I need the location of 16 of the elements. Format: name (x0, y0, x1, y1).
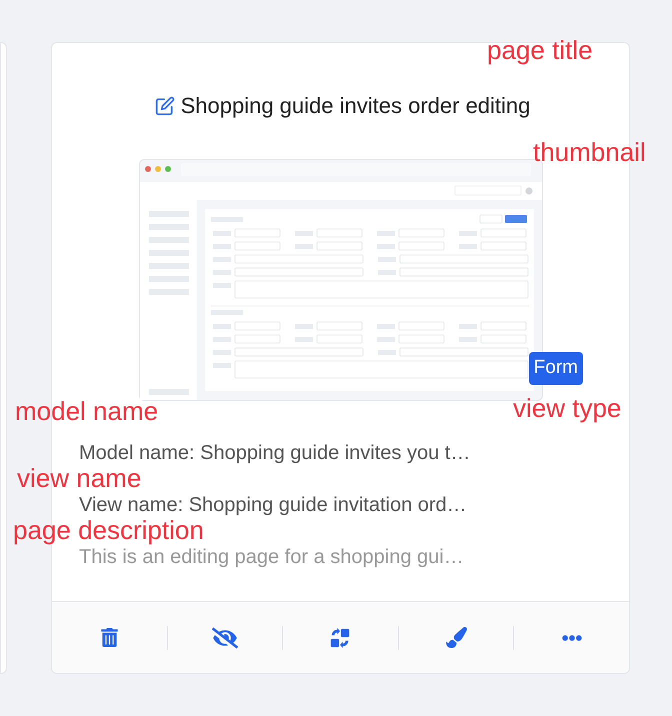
eye-slash-icon[interactable] (212, 624, 238, 650)
brush-icon[interactable] (446, 627, 467, 648)
model-name: Model name: Shopping guide invites you t… (79, 441, 472, 465)
annotation-label: thumbnail (533, 136, 646, 169)
page-description: This is an editing page for a shopping gui… (79, 545, 465, 569)
view-type-badge: Form (528, 352, 583, 384)
trash-icon[interactable] (100, 628, 119, 647)
view-name: View name: Shopping guide invitation ord… (79, 493, 468, 517)
annotation-label: page title (487, 34, 593, 67)
annotation-label: view type (513, 392, 622, 425)
edit-icon[interactable] (154, 96, 175, 116)
annotation-label: view name (17, 462, 142, 495)
annotation-label: model name (15, 395, 158, 428)
annotation-label: page description (13, 515, 204, 547)
page-title: Shopping guide invites order editing (180, 92, 530, 120)
swap-icon[interactable] (329, 626, 352, 648)
